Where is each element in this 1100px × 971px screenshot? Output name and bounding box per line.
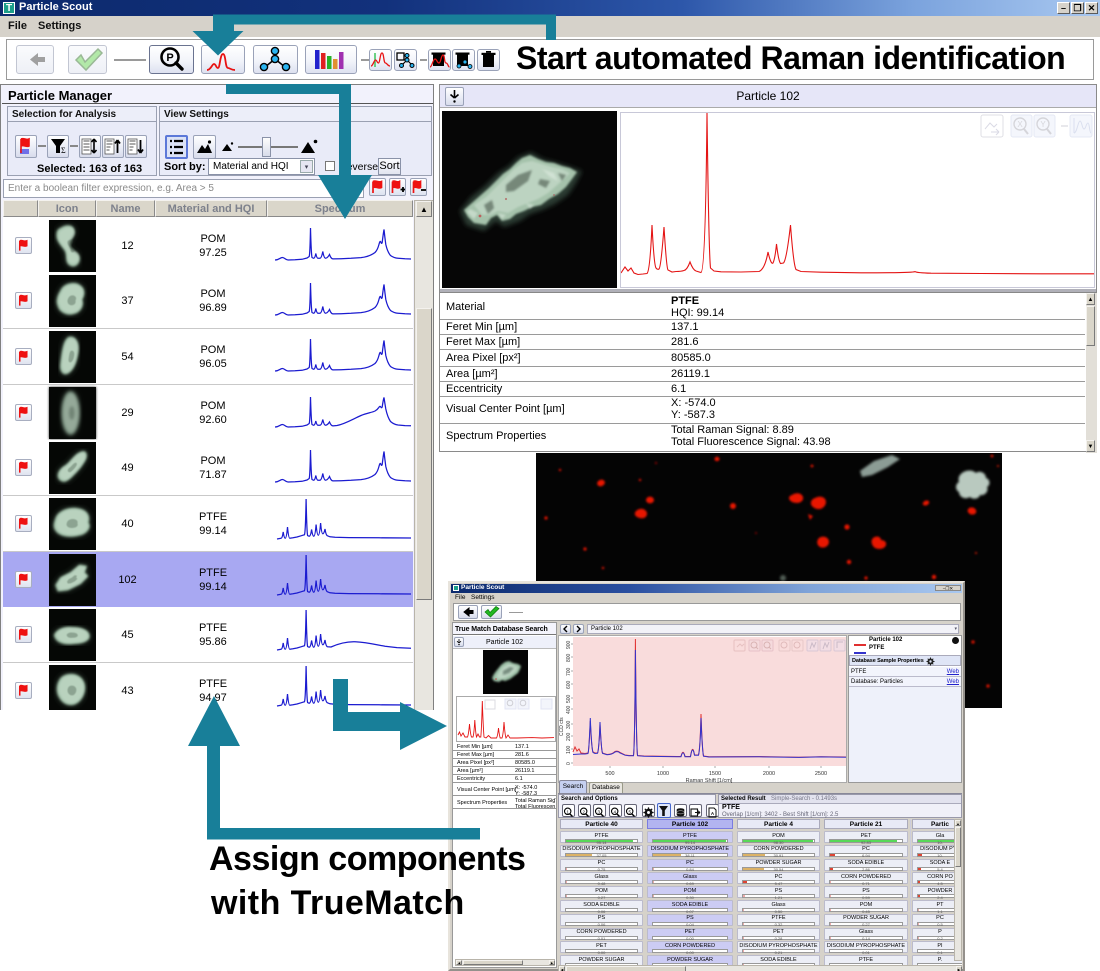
svg-text:2500: 2500: [815, 771, 827, 777]
svg-text:1000: 1000: [657, 771, 669, 777]
svg-text:3: 3: [597, 809, 600, 814]
svg-text:700: 700: [566, 667, 572, 676]
svg-text:4: 4: [613, 809, 616, 814]
svg-text:Σ: Σ: [61, 146, 66, 155]
svg-text:2000: 2000: [763, 771, 775, 777]
svg-text:900: 900: [566, 640, 572, 649]
svg-text:Raman Shift [1/cm]: Raman Shift [1/cm]: [686, 778, 733, 784]
svg-text:1500: 1500: [709, 771, 721, 777]
svg-text:5: 5: [628, 809, 631, 814]
svg-text:0: 0: [566, 762, 572, 765]
svg-text:500: 500: [566, 694, 572, 703]
svg-text:2: 2: [582, 809, 585, 814]
svg-text:200: 200: [566, 732, 572, 741]
svg-text:Y: Y: [1040, 120, 1046, 129]
svg-text:X: X: [1017, 120, 1023, 129]
svg-text:300: 300: [566, 720, 572, 729]
svg-text:500: 500: [605, 771, 614, 777]
svg-text:400: 400: [566, 705, 572, 714]
svg-text:1: 1: [566, 809, 569, 814]
svg-text:CCD cts: CCD cts: [559, 717, 565, 736]
svg-text:A: A: [711, 811, 715, 816]
svg-text:P: P: [166, 52, 173, 64]
svg-text:100: 100: [566, 745, 572, 754]
svg-text:800: 800: [566, 653, 572, 662]
svg-text:600: 600: [566, 680, 572, 689]
